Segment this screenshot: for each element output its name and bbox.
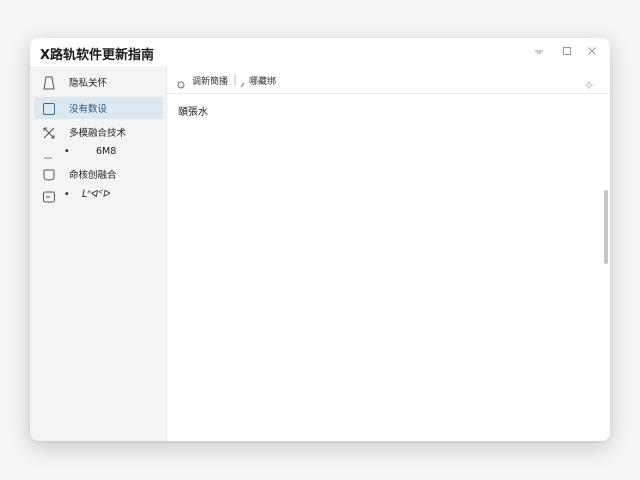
dash-icon [42,146,56,160]
vertical-scrollbar[interactable] [604,190,608,264]
sidebar-item-label: 没有数设 [69,104,108,115]
sidebar-item-bullet: • [64,146,70,157]
sidebar-item-handwriting[interactable]: • ᒪᐢᐊᑉᐅ [34,185,163,207]
sidebar-item-6m8[interactable]: • 6M8 [34,142,163,164]
sidebar-item-label: 命核创融合 [69,170,117,181]
note-icon [42,189,56,203]
square-outline-icon [42,101,56,115]
sidebar-item-privacy[interactable]: 隐私关怀 [34,71,163,93]
window-title: X路轨软件更新指南 [40,48,155,63]
app-window: X路轨软件更新指南 隐私关怀 没有数设 多模融合技术 • 6M8 命核创融合 •… [30,38,610,441]
bookmark-outline-icon [42,75,56,90]
minimize-icon[interactable] [532,44,546,58]
toolbar-divider [234,74,236,86]
sidebar-item-fusion[interactable]: 命核创融合 [34,163,163,185]
title-bar: X路轨软件更新指南 [30,38,610,66]
sidebar-item-label: 隐私关怀 [69,78,108,89]
sidebar-item-multimodal[interactable]: 多模融合技术 [34,121,163,143]
toolbar-right-label[interactable]: 哪藏绑 [249,74,276,87]
sidebar-item-label: ᒪᐢᐊᑉᐅ [82,189,111,200]
toolbar: 调新簡播 哪藏绑 [167,66,610,94]
close-icon[interactable] [585,44,599,58]
sidebar-item-label: 6M8 [96,146,117,157]
arrow-icon [238,75,248,88]
sidebar-item-bullet: • [64,189,70,200]
sidebar: 隐私关怀 没有数设 多模融合技术 • 6M8 命核创融合 • ᒪᐢᐊᑉᐅ [30,66,167,441]
refresh-icon[interactable] [176,75,186,89]
crossed-arrows-icon [42,125,56,139]
toolbar-left-label[interactable]: 调新簡播 [192,74,228,87]
gear-icon[interactable] [584,75,594,89]
sidebar-item-label: 多模融合技术 [69,128,127,139]
document-text[interactable]: 頤張水 [178,103,208,118]
shield-outline-icon [42,167,56,181]
maximize-icon[interactable] [560,44,574,58]
content-pane: 调新簡播 哪藏绑 頤張水 [167,66,610,441]
sidebar-item-settings[interactable]: 没有数设 [34,97,163,119]
